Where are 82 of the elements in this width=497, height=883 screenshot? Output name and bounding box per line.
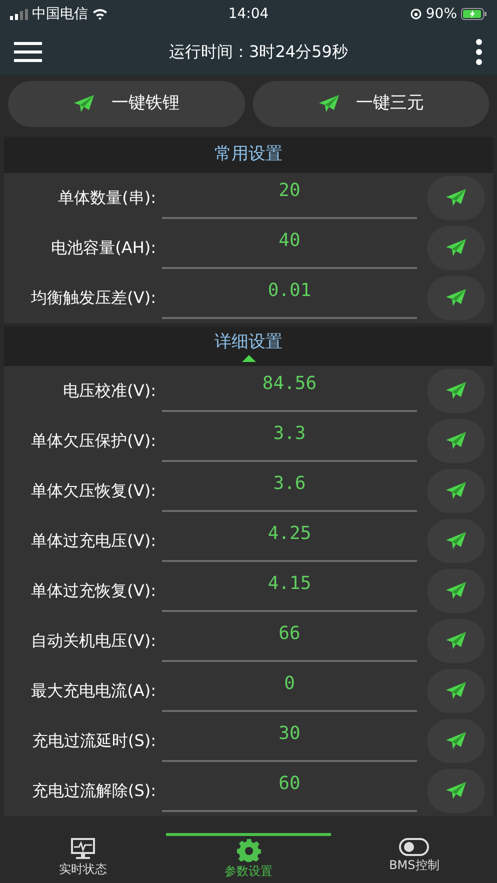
- rotation-lock-icon: [410, 8, 422, 20]
- value-field[interactable]: 0.01: [162, 277, 417, 319]
- send-button[interactable]: [427, 176, 485, 220]
- setting-label: 电压校准(V):: [62, 380, 156, 402]
- value-input[interactable]: 0.01: [162, 277, 417, 303]
- nav-tab[interactable]: BMS控制: [331, 833, 497, 883]
- setting-label: 自动关机电压(V):: [30, 630, 156, 652]
- value-field[interactable]: 30: [162, 720, 417, 762]
- carrier-name: 中国电信: [32, 4, 88, 24]
- value-field[interactable]: 60: [162, 770, 417, 812]
- section-title: 详细设置: [214, 330, 282, 354]
- setting-label: 单体欠压保护(V):: [30, 430, 156, 452]
- send-button[interactable]: [427, 276, 485, 320]
- send-button[interactable]: [427, 719, 485, 763]
- send-button[interactable]: [427, 419, 485, 463]
- value-field[interactable]: 3.6: [162, 470, 417, 512]
- send-icon: [318, 94, 340, 114]
- send-icon: [445, 581, 467, 601]
- nav-tab[interactable]: 参数设置: [166, 833, 332, 883]
- more-options-icon[interactable]: [475, 38, 483, 64]
- value-field[interactable]: 3.3: [162, 420, 417, 462]
- toggle-icon: [399, 838, 430, 856]
- value-field[interactable]: 0: [162, 670, 417, 712]
- send-button[interactable]: [427, 469, 485, 513]
- setting-label: 单体数量(串):: [57, 187, 156, 209]
- send-icon: [445, 731, 467, 751]
- value-field[interactable]: 40: [162, 227, 417, 269]
- menu-icon[interactable]: [14, 42, 42, 62]
- battery-percent: 90%: [426, 4, 458, 24]
- setting-label: 电池容量(AH):: [50, 237, 156, 259]
- monitor-icon: [70, 838, 95, 860]
- send-button[interactable]: [427, 369, 485, 413]
- wifi-icon: [92, 8, 108, 20]
- send-button[interactable]: [427, 569, 485, 613]
- value-field[interactable]: 84.56: [162, 370, 417, 412]
- send-icon: [445, 188, 467, 208]
- send-button[interactable]: [427, 519, 485, 563]
- value-input[interactable]: 3.6: [162, 470, 417, 496]
- send-icon: [445, 631, 467, 651]
- gear-icon: [236, 838, 260, 862]
- send-button[interactable]: [427, 769, 485, 813]
- value-input[interactable]: 4.25: [162, 520, 417, 546]
- send-icon: [445, 781, 467, 801]
- setting-label: 单体过充电压(V):: [30, 530, 156, 552]
- send-icon: [445, 288, 467, 308]
- send-icon: [445, 531, 467, 551]
- setting-label: 最大充电电流(A):: [30, 680, 156, 702]
- preset-button[interactable]: 一键铁锂: [8, 81, 244, 127]
- send-button[interactable]: [427, 619, 485, 663]
- value-input[interactable]: 66: [162, 620, 417, 646]
- setting-label: 单体过充恢复(V):: [30, 580, 156, 602]
- app-title: 运行时间：3时24分59秒: [168, 40, 349, 62]
- setting-label: 充电过流解除(S):: [30, 780, 156, 802]
- value-input[interactable]: 4.15: [162, 570, 417, 596]
- clock-time: 14:04: [228, 4, 269, 24]
- value-input[interactable]: 84.56: [162, 370, 417, 396]
- send-icon: [445, 681, 467, 701]
- preset-button[interactable]: 一键三元: [252, 81, 489, 127]
- value-field[interactable]: 66: [162, 620, 417, 662]
- send-icon: [73, 94, 96, 114]
- value-field[interactable]: 4.15: [162, 570, 417, 612]
- value-field[interactable]: 20: [162, 177, 417, 219]
- send-icon: [445, 481, 467, 501]
- send-button[interactable]: [427, 669, 485, 713]
- section-title: 常用设置: [214, 143, 282, 166]
- value-input[interactable]: 0: [162, 670, 417, 696]
- value-input[interactable]: 3.3: [162, 420, 417, 446]
- send-button[interactable]: [427, 226, 485, 270]
- signal-icon: [10, 8, 28, 20]
- send-icon: [445, 381, 467, 401]
- send-icon: [445, 431, 467, 451]
- nav-tab[interactable]: 实时状态: [0, 833, 166, 883]
- setting-label: 均衡触发压差(V):: [30, 287, 156, 309]
- value-input[interactable]: 20: [162, 177, 417, 203]
- value-input[interactable]: 40: [162, 227, 417, 253]
- value-input[interactable]: 60: [162, 770, 417, 796]
- value-field[interactable]: 4.25: [162, 520, 417, 562]
- setting-label: 单体欠压恢复(V):: [30, 480, 156, 502]
- send-icon: [445, 238, 467, 258]
- setting-label: 充电过流延时(S):: [30, 730, 156, 752]
- battery-icon: [461, 8, 488, 20]
- value-input[interactable]: 30: [162, 720, 417, 746]
